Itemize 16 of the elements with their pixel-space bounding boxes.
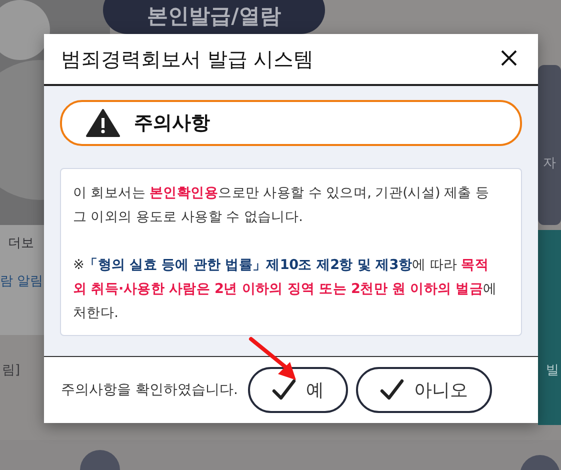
confirm-label: 주의사항을 확인하였습니다.	[61, 381, 238, 399]
background-text: 빌	[546, 362, 559, 379]
notice-paragraph: ※「형의 실효 등에 관한 법률」제10조 제2항 및 제3항에 따라 목적 외 취득·사용한 사람은 2년 이하의 징역 또는 2천만 원 이하의 벌금에 처한다.	[73, 256, 497, 323]
check-icon	[272, 379, 296, 401]
answer-button[interactable]: 예	[248, 367, 348, 413]
check-icon	[380, 379, 404, 401]
warning-icon	[86, 109, 120, 137]
notice-heading: 주의사항	[134, 111, 210, 136]
background-text: 더보	[8, 235, 34, 252]
dialog-title: 범죄경력회보서 발급 시스템	[61, 46, 314, 72]
close-icon	[500, 49, 518, 67]
answer-button[interactable]: 아니오	[356, 367, 492, 413]
notice-paragraph: 이 회보서는 본인확인용으로만 사용할 수 있으며, 기관(시설) 제출 등 그 이외의 용도로 사용할 수 없습니다.	[73, 184, 490, 227]
background-text: 람 알림	[0, 273, 44, 290]
background-text: 자	[543, 155, 556, 172]
background-text: 림]	[2, 362, 20, 379]
